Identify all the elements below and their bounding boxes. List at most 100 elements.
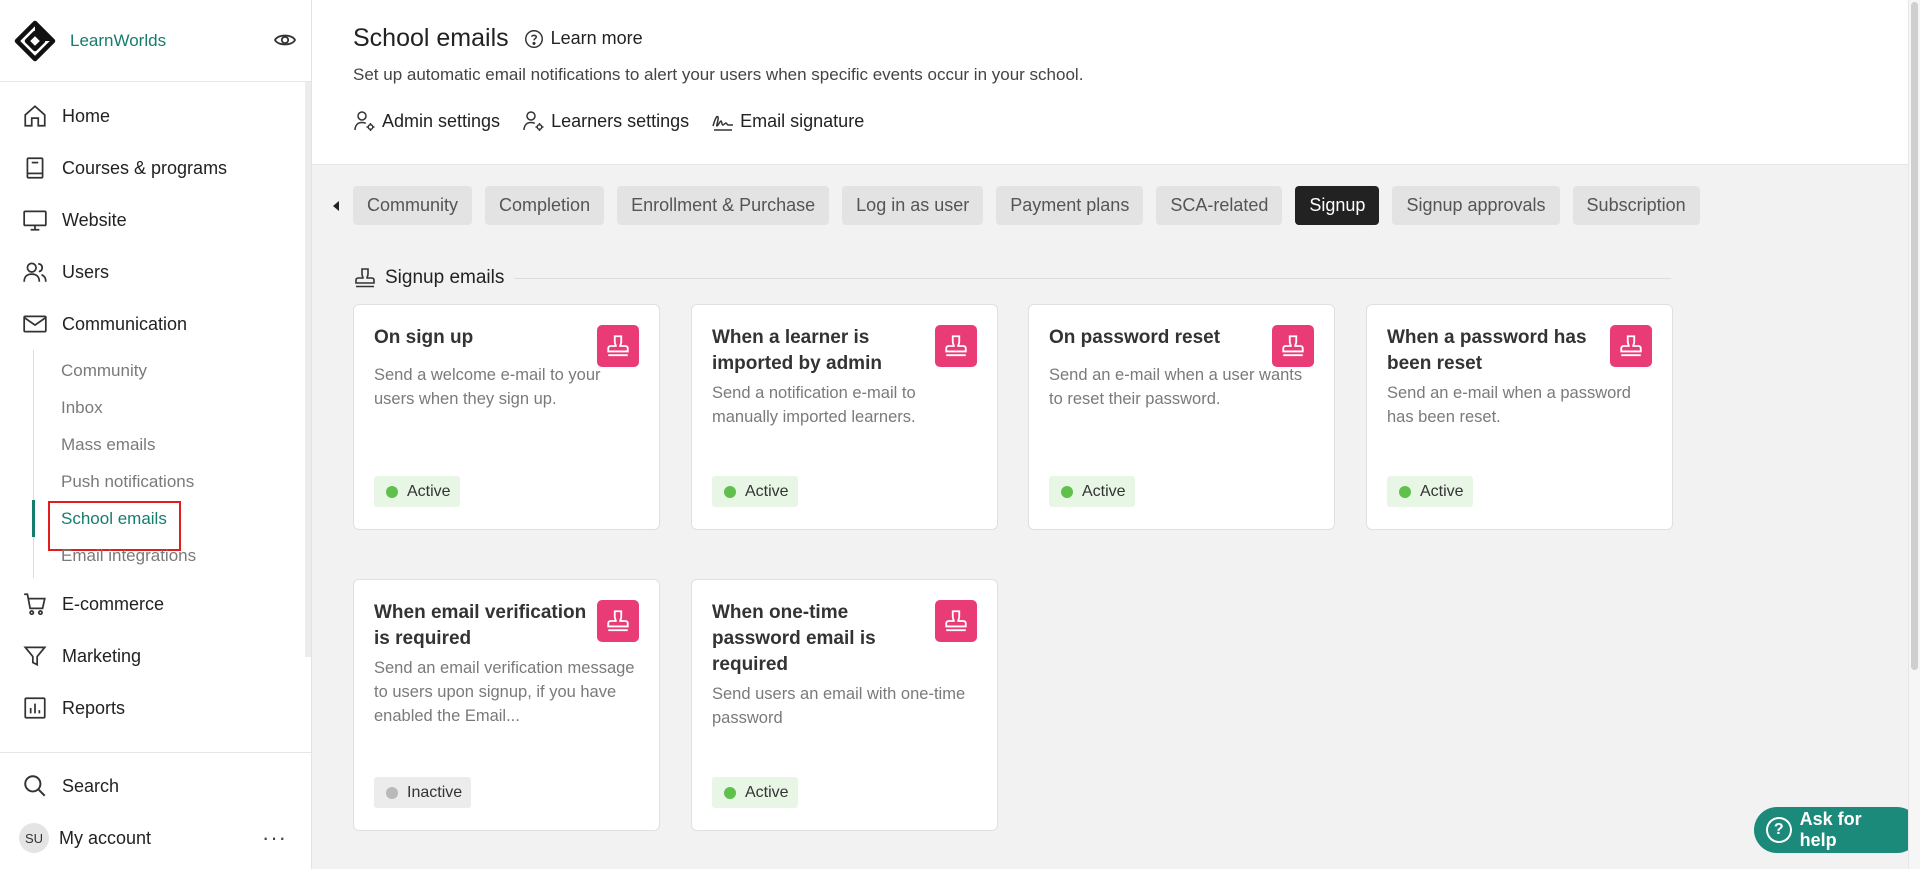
nav-item-reports[interactable]: Reports: [0, 682, 311, 734]
page-title: School emails: [353, 24, 509, 52]
funnel-icon: [23, 646, 47, 667]
nav-item-label: Website: [62, 209, 127, 230]
tab-sca-related[interactable]: SCA-related: [1156, 186, 1283, 225]
question-icon: ?: [1766, 817, 1792, 843]
learnworlds-logo-icon[interactable]: [14, 20, 56, 62]
subnav-item-label: School emails: [61, 508, 167, 528]
email-card-learner-imported[interactable]: When a learner is imported by admin Send…: [691, 304, 998, 530]
tab-signup[interactable]: Signup: [1295, 186, 1380, 225]
subnav-item-push-notifications[interactable]: Push notifications: [34, 463, 311, 500]
learn-more-label: Learn more: [550, 28, 643, 48]
cart-icon: [24, 593, 46, 616]
monitor-icon: [23, 210, 47, 231]
status-label: Active: [1420, 482, 1464, 500]
nav-item-users[interactable]: Users: [0, 246, 311, 298]
header-links: Admin settings Learners settings Email s…: [353, 109, 1908, 133]
sidebar-divider: [0, 752, 311, 753]
subnav-item-email-integrations[interactable]: Email integrations: [34, 537, 311, 574]
email-card-password-has-been-reset[interactable]: When a password has been reset Send an e…: [1366, 304, 1673, 530]
question-circle-icon: [524, 29, 543, 48]
communication-subnav: Community Inbox Mass emails Push notific…: [32, 350, 311, 578]
main-content: School emails Learn more Set up automati…: [312, 0, 1908, 869]
stamp-icon: [1610, 325, 1652, 367]
admin-settings-label: Admin settings: [382, 110, 501, 131]
card-title: When email verification is required: [374, 602, 587, 649]
sidebar: LearnWorlds Home Courses & programs Webs…: [0, 0, 312, 869]
status-badge: Active: [712, 777, 798, 808]
ask-for-help-button[interactable]: ? Ask for help: [1754, 807, 1920, 853]
nav-item-marketing[interactable]: Marketing: [0, 630, 311, 682]
status-dot: [386, 786, 398, 799]
tab-enrollment-purchase[interactable]: Enrollment & Purchase: [617, 186, 830, 225]
brand-name: LearnWorlds: [70, 30, 167, 50]
status-dot: [1399, 485, 1411, 498]
nav-item-label: Users: [62, 261, 110, 282]
subnav-item-inbox[interactable]: Inbox: [34, 389, 311, 426]
page-subtitle: Set up automatic email notifications to …: [353, 65, 1084, 84]
tab-subscription[interactable]: Subscription: [1572, 186, 1700, 225]
status-label: Active: [407, 482, 451, 500]
status-label: Active: [1082, 482, 1126, 500]
nav-item-label: E-commerce: [62, 593, 165, 614]
learners-settings-link[interactable]: Learners settings: [522, 109, 689, 133]
nav-item-ecommerce[interactable]: E-commerce: [0, 578, 311, 630]
subnav-item-mass-emails[interactable]: Mass emails: [34, 426, 311, 463]
email-card-on-sign-up[interactable]: On sign up Send a welcome e-mail to your…: [353, 304, 660, 530]
avatar: SU: [19, 823, 49, 853]
card-title: When one-time password email is required: [712, 602, 876, 675]
user-gear-icon: [354, 111, 375, 131]
nav-item-courses[interactable]: Courses & programs: [0, 142, 311, 194]
tabs-scroll-left-icon[interactable]: [329, 198, 343, 214]
status-badge: Inactive: [374, 777, 472, 808]
home-icon: [24, 105, 46, 127]
page-scrollbar[interactable]: [1908, 0, 1920, 869]
eye-icon[interactable]: [273, 28, 297, 52]
email-card-password-reset[interactable]: On password reset Send an e-mail when a …: [1028, 304, 1335, 530]
status-badge: Active: [1049, 476, 1135, 507]
learn-more-link[interactable]: Learn more: [523, 28, 643, 50]
stamp-icon: [935, 600, 977, 642]
nav-item-label: Search: [62, 775, 120, 796]
nav-item-home[interactable]: Home: [0, 90, 311, 142]
tab-payment-plans[interactable]: Payment plans: [996, 186, 1144, 225]
stamp-icon: [597, 600, 639, 642]
chart-icon: [24, 697, 46, 719]
status-dot: [1061, 485, 1073, 498]
card-description: Send a notification e-mail to manually i…: [712, 384, 916, 426]
email-signature-link[interactable]: Email signature: [711, 109, 864, 133]
status-badge: Active: [712, 476, 798, 507]
tab-completion[interactable]: Completion: [485, 186, 605, 225]
tab-signup-approvals[interactable]: Signup approvals: [1392, 186, 1560, 225]
card-title: When a password has been reset: [1387, 327, 1587, 374]
search-icon: [24, 775, 46, 797]
stamp-icon: [355, 268, 375, 288]
admin-settings-link[interactable]: Admin settings: [353, 109, 500, 133]
card-description: Send an e-mail when a user wants to rese…: [1049, 366, 1303, 408]
sidebar-scrollbar[interactable]: [305, 82, 311, 657]
card-title: On sign up: [374, 327, 474, 348]
page-header: School emails Learn more Set up automati…: [312, 0, 1908, 165]
book-icon: [26, 157, 44, 179]
subnav-item-school-emails[interactable]: School emails: [32, 500, 311, 551]
status-label: Active: [745, 783, 789, 801]
nav-item-communication[interactable]: Communication: [0, 298, 311, 350]
user-gear-icon: [523, 111, 544, 131]
tab-log-in-as-user[interactable]: Log in as user: [842, 186, 984, 225]
more-options-icon[interactable]: ···: [262, 825, 287, 851]
nav-item-my-account[interactable]: SU My account ···: [0, 812, 311, 864]
brand-header: LearnWorlds: [0, 0, 311, 82]
nav-item-search[interactable]: Search: [0, 760, 311, 812]
nav-item-website[interactable]: Website: [0, 194, 311, 246]
nav-item-label: Courses & programs: [62, 157, 228, 178]
email-card-one-time-password[interactable]: When one-time password email is required…: [691, 579, 998, 831]
section-divider: [514, 277, 1671, 279]
status-badge: Active: [1387, 476, 1473, 507]
page-scrollbar-thumb[interactable]: [1911, 2, 1918, 670]
email-card-email-verification[interactable]: When email verification is required Send…: [353, 579, 660, 831]
subnav-item-community[interactable]: Community: [34, 352, 311, 389]
tab-community[interactable]: Community: [353, 186, 473, 225]
learners-settings-label: Learners settings: [551, 110, 690, 131]
section-header: Signup emails: [353, 266, 1671, 290]
status-label: Active: [745, 482, 789, 500]
stamp-icon: [935, 325, 977, 367]
